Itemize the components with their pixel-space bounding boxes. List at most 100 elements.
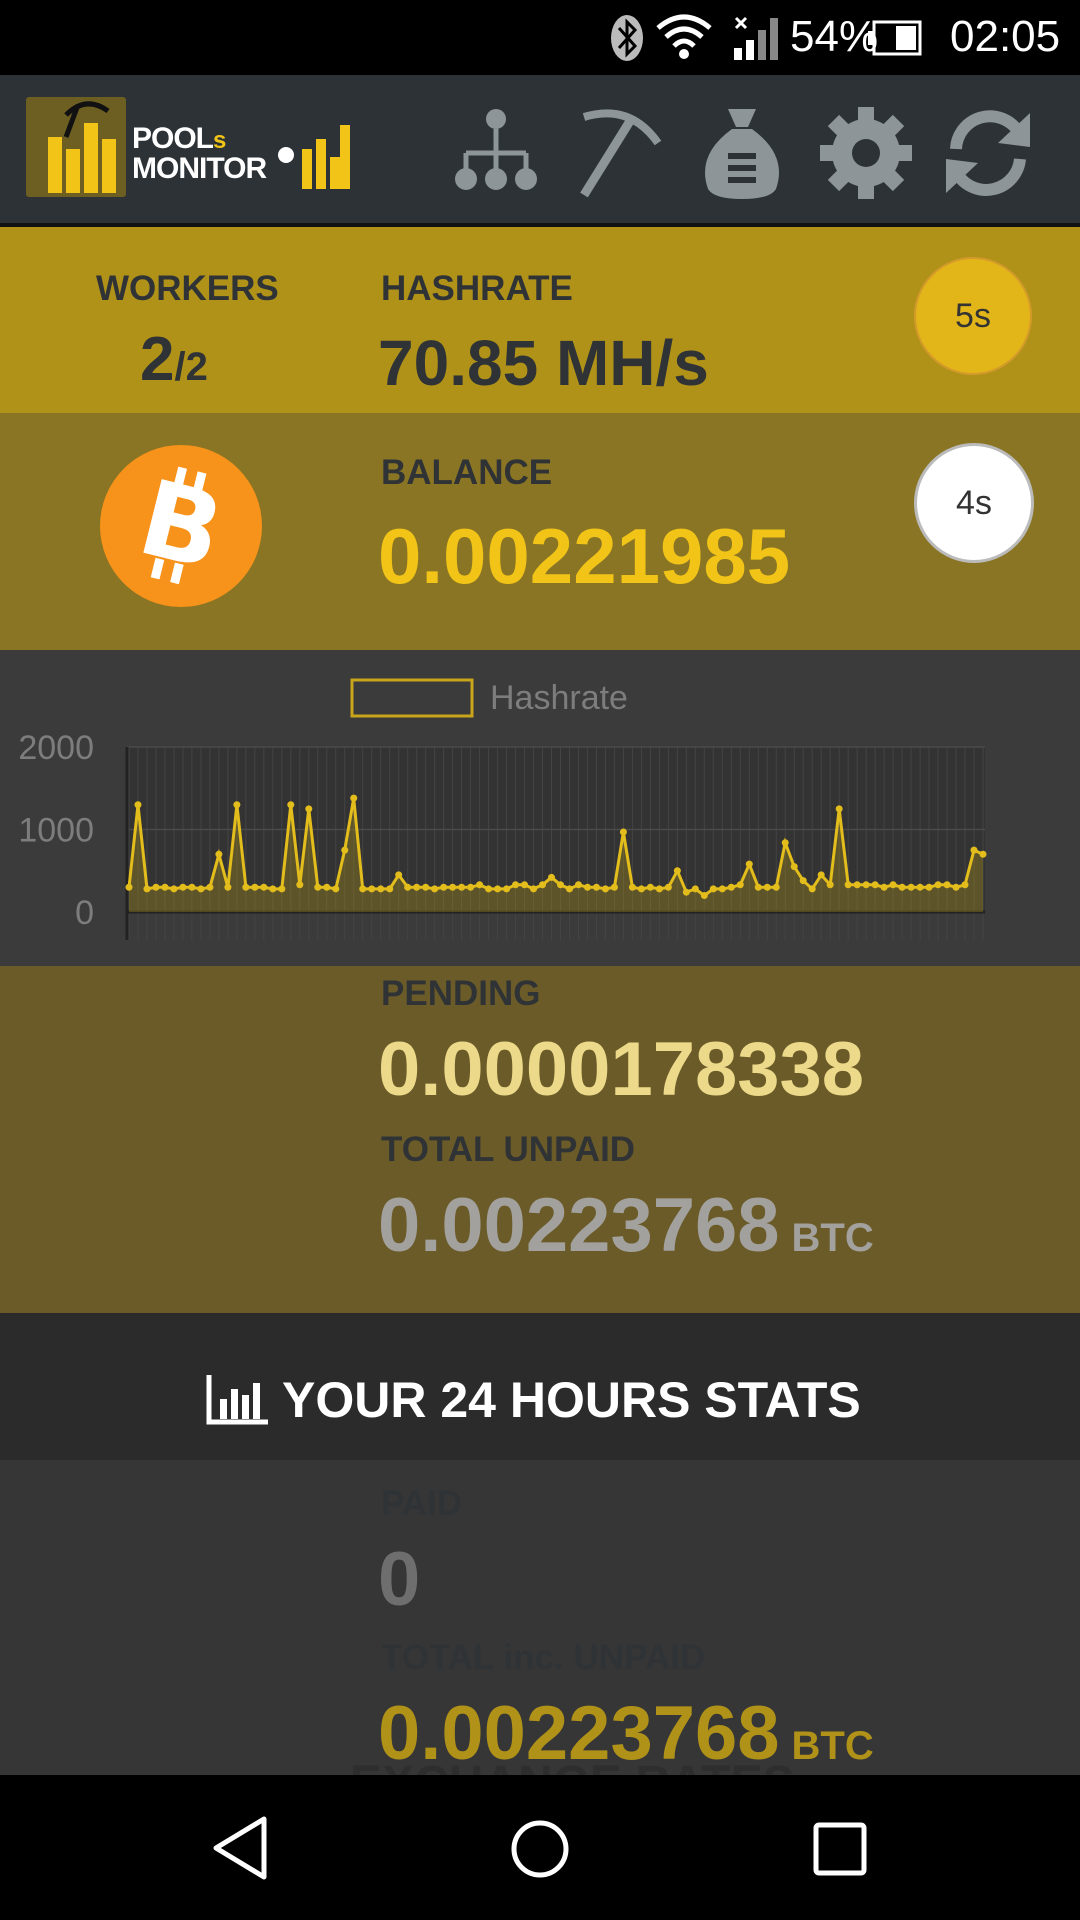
data-point (215, 850, 223, 858)
data-point (880, 883, 888, 891)
data-point (431, 885, 439, 893)
battery-percent: 54% (790, 12, 879, 61)
data-point (341, 846, 349, 854)
total-unpaid-unit: BTC (791, 1216, 874, 1260)
stats-panel: PAID 0 TOTAL inc. UNPAID EXCHANGE RATES … (0, 1460, 1080, 1775)
data-point (179, 883, 187, 891)
data-point (745, 860, 753, 868)
pending-value: 0.0000178338 (378, 1027, 865, 1112)
data-point (772, 883, 780, 891)
data-point (269, 885, 277, 893)
data-point (970, 846, 978, 854)
data-point (727, 883, 735, 891)
data-point (233, 801, 241, 809)
data-point (512, 881, 520, 889)
data-point (664, 883, 672, 891)
data-point (296, 881, 304, 889)
data-point (188, 883, 196, 891)
refresh-icon[interactable] (938, 103, 1038, 203)
balance-refresh-timer[interactable]: 4s (914, 443, 1034, 563)
data-point (925, 883, 933, 891)
workers-tree-icon[interactable] (446, 103, 546, 203)
data-point (314, 883, 322, 891)
total-inc-unpaid-value: 0.00223768 BTC (378, 1696, 874, 1772)
data-point (637, 885, 645, 893)
data-point (395, 871, 403, 879)
settings-gear-icon[interactable] (816, 103, 916, 203)
home-icon[interactable] (510, 1819, 570, 1879)
data-point (682, 888, 690, 896)
data-point (844, 881, 852, 889)
data-point (323, 883, 331, 891)
data-point (134, 801, 142, 809)
pickaxe-icon[interactable] (570, 103, 670, 203)
data-point (826, 881, 834, 889)
total-inc-unpaid-amount: 0.00223768 (378, 1691, 780, 1775)
bluetooth-icon (611, 15, 643, 61)
status-bar: 54% 02:05 (0, 0, 1080, 75)
data-point (152, 883, 160, 891)
data-point (548, 873, 556, 881)
data-point (673, 867, 681, 875)
recents-icon[interactable] (812, 1821, 868, 1877)
data-point (718, 885, 726, 893)
data-point (350, 794, 358, 802)
data-point (386, 885, 394, 893)
chart-canvas: Hashrate 2000 1000 0 (18, 678, 987, 940)
logo-text-monitor: MONITOR (132, 152, 267, 185)
pending-panel: PENDING 0.0000178338 TOTAL UNPAID 0.0022… (0, 966, 1080, 1313)
hashrate-value: 70.85 MH/s (378, 327, 709, 399)
total-unpaid-amount: 0.00223768 (378, 1183, 780, 1268)
y-tick-label: 0 (75, 894, 94, 932)
data-point (592, 883, 600, 891)
data-point (979, 850, 987, 858)
data-point (781, 839, 789, 847)
data-point (862, 881, 870, 889)
hashrate-refresh-timer[interactable]: 5s (914, 257, 1032, 375)
data-point (476, 881, 484, 889)
workers-label: WORKERS (96, 269, 279, 308)
data-point (817, 871, 825, 879)
data-point (467, 883, 475, 891)
data-point (556, 881, 564, 889)
data-point (619, 828, 627, 836)
data-point (709, 885, 717, 893)
data-point (889, 881, 897, 889)
clock: 02:05 (950, 12, 1061, 61)
data-point (494, 885, 502, 893)
data-point (628, 883, 636, 891)
back-icon[interactable] (210, 1815, 270, 1881)
data-point (440, 883, 448, 891)
data-point (835, 805, 843, 813)
data-point (943, 881, 951, 889)
hashrate-label: HASHRATE (381, 269, 573, 308)
hashrate-chart: Hashrate 2000 1000 0 (0, 650, 1080, 966)
y-axis-ticks: 2000 1000 0 (18, 729, 94, 932)
total-unpaid-value: 0.00223768 BTC (378, 1188, 874, 1264)
paid-label: PAID (381, 1484, 463, 1523)
data-point (224, 883, 232, 891)
data-point (368, 885, 376, 893)
workers-total: /2 (174, 345, 208, 389)
money-bag-icon[interactable] (692, 103, 792, 203)
balance-label: BALANCE (381, 453, 553, 492)
data-point (646, 883, 654, 891)
data-point (952, 883, 960, 891)
logo-box (26, 97, 126, 197)
data-point (287, 801, 295, 809)
logo-dot (278, 147, 294, 163)
y-tick-label: 1000 (18, 812, 94, 850)
data-point (916, 883, 924, 891)
workers-active: 2 (140, 325, 175, 394)
data-point (601, 885, 609, 893)
data-point (655, 885, 663, 893)
data-point (422, 883, 430, 891)
data-point (143, 885, 151, 893)
logo-text-s: s (213, 127, 226, 154)
workers-hashrate-panel: WORKERS 2/2 HASHRATE 70.85 MH/s 5s (0, 227, 1080, 413)
data-point (763, 883, 771, 891)
data-point (449, 883, 457, 891)
data-point (907, 883, 915, 891)
signal-icon (734, 16, 778, 60)
data-point (583, 883, 591, 891)
